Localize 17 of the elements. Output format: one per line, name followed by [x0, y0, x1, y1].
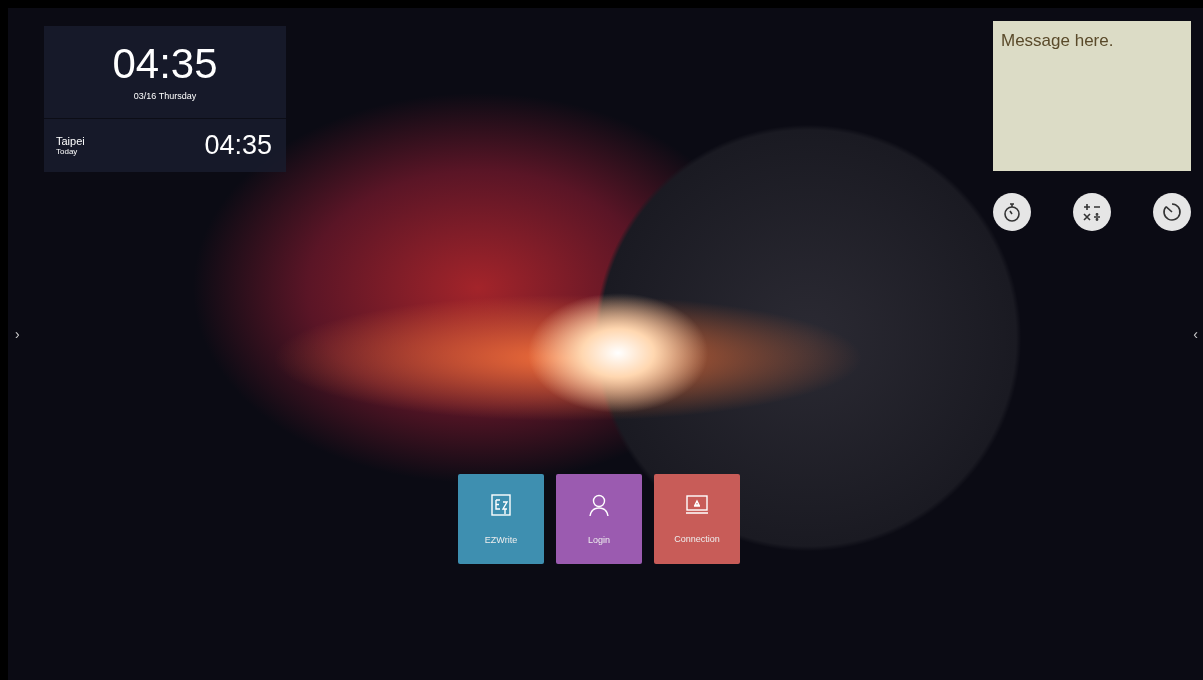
- clock-date: 03/16 Thursday: [133, 91, 197, 101]
- user-icon: [588, 493, 610, 517]
- expand-right-button[interactable]: ‹: [1191, 326, 1200, 342]
- city-name: Taipei: [56, 135, 85, 147]
- app-tile[interactable]: EZWrite: [458, 474, 544, 564]
- calculator-icon: [1082, 202, 1102, 222]
- monitor-icon: [685, 494, 709, 516]
- world-clock-time: 04:35: [204, 130, 272, 161]
- city-day: Today: [56, 147, 85, 156]
- expand-left-button[interactable]: ›: [13, 326, 22, 342]
- app-tile[interactable]: Login: [556, 474, 642, 564]
- sticky-note[interactable]: Message here.: [993, 21, 1191, 171]
- whiteboard-icon: [490, 493, 512, 517]
- timer-icon: [1161, 201, 1183, 223]
- app-tile[interactable]: Connection: [654, 474, 740, 564]
- clock-time: 04:35: [112, 43, 218, 85]
- stopwatch-icon: [1002, 201, 1022, 223]
